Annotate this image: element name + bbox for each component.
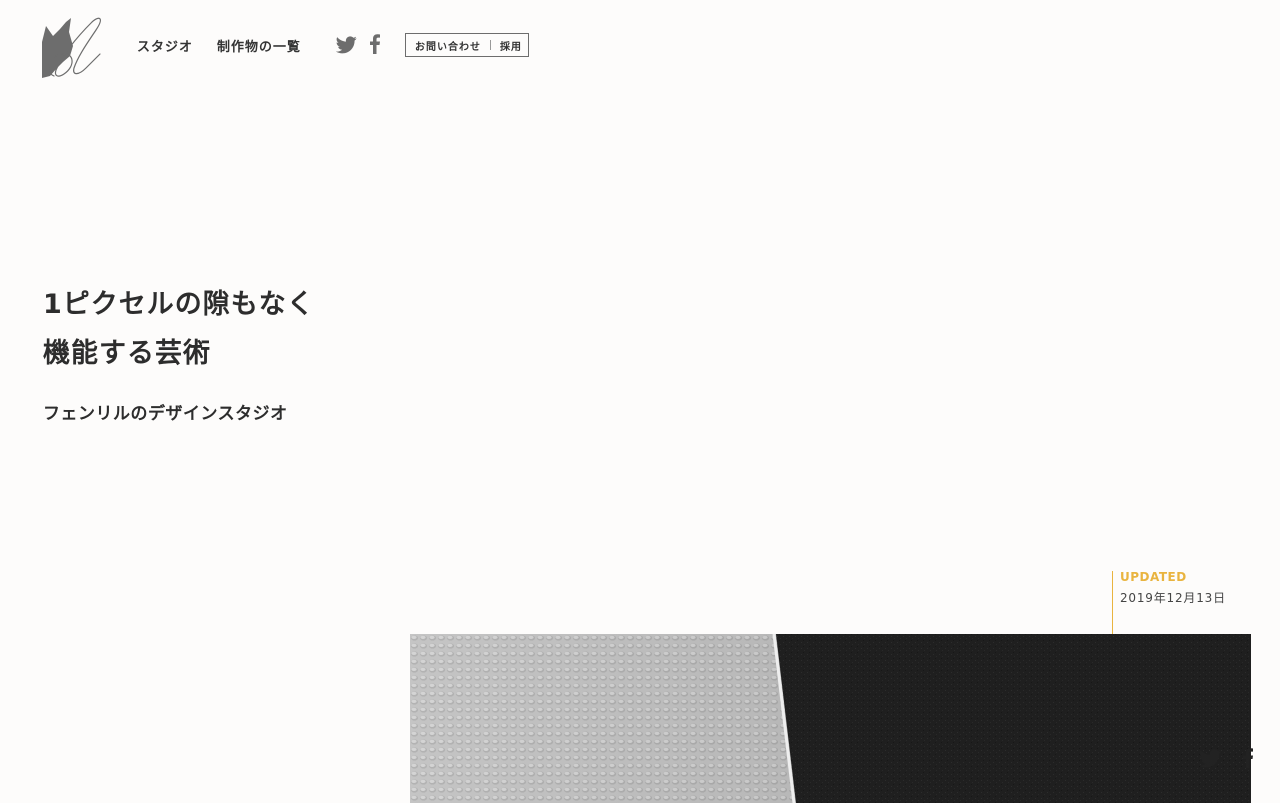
twitter-icon xyxy=(1198,749,1222,768)
updated-label: UPDATED xyxy=(1120,570,1187,584)
fenrir-logo-icon xyxy=(42,17,101,78)
facebook-icon xyxy=(1243,748,1253,768)
recruit-link[interactable]: 採用 xyxy=(500,38,522,53)
nav-works[interactable]: 制作物の一覧 xyxy=(217,36,301,55)
contact-link[interactable]: お問い合わせ xyxy=(406,38,481,53)
twitter-icon xyxy=(335,36,357,54)
nav-studio[interactable]: スタジオ xyxy=(137,36,193,55)
contact-recruit-box: お問い合わせ 採用 xyxy=(405,33,529,57)
hero-subhead: フェンリルのデザインスタジオ xyxy=(43,404,288,424)
facebook-link[interactable] xyxy=(369,34,381,56)
divider xyxy=(490,40,491,50)
twitter-link[interactable] xyxy=(335,34,357,56)
hero-image xyxy=(410,634,1251,803)
updated-date: 2019年12月13日 xyxy=(1120,591,1226,605)
share-facebook-link[interactable] xyxy=(1243,748,1253,768)
logo[interactable] xyxy=(40,12,106,80)
share-twitter-link[interactable] xyxy=(1198,749,1222,769)
facebook-icon xyxy=(370,34,380,54)
hero-headline: 1ピクセルの隙もなく 機能する芸術 xyxy=(43,280,315,378)
hero-headline-line2: 機能する芸術 xyxy=(43,338,211,369)
hero-headline-line1: 1ピクセルの隙もなく xyxy=(43,289,315,320)
